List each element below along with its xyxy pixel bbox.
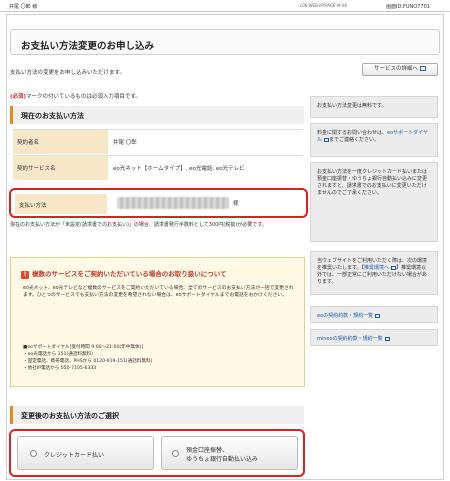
support-line: ・eo光電話から 151(通話料無料) (23, 352, 93, 357)
current-payment-heading-text: 現在のお支払い方法 (21, 112, 84, 120)
payment-note: 現在のお支払い方法が「未設定(請求書でのお支払い)」の場合、請求書発行手数料とし… (10, 222, 267, 228)
required-note: (必須)マークの付いているものは必須入力項目です。 (10, 92, 141, 100)
notice-heading-text: 複数のサービスをご契約いただいている場合のお取り扱いについて (32, 270, 227, 278)
support-line: ・固定電話、携帯電話、PHSから 0120-919-151(通話料無料) (23, 359, 153, 364)
contract-name-value: 井尾 〇郎 (113, 140, 137, 146)
external-link-icon (375, 313, 381, 318)
masked-payment-value (117, 197, 229, 209)
warning-icon: ! (21, 271, 29, 279)
credit-card-radio[interactable] (30, 450, 37, 457)
mineo-terms-link[interactable]: mineoの契約約款・規約一覧 (310, 329, 438, 346)
contract-name-row: 契約者名 井尾 〇郎 (13, 129, 303, 154)
notice-heading: ! 複数のサービスをご契約いただいている場合のお取り扱いについて (21, 268, 227, 279)
bank-transfer-label-line1: 預金口座振替、 (186, 447, 229, 454)
external-link-icon (391, 265, 397, 270)
external-link-icon (384, 336, 390, 341)
required-badge: (必須) (10, 94, 27, 100)
contract-name-label: 契約者名 (13, 130, 108, 154)
bank-transfer-label-line2: ゆうちょ銀行自動払い込み (186, 456, 259, 463)
screen-id: 画面ID:FUNO7701 (386, 4, 430, 10)
eo-terms-label: eoの契約約款・規約一覧 (317, 313, 374, 319)
external-link-icon (420, 66, 426, 71)
payment-options: クレジットカード払い 預金口座振替、 ゆうちょ銀行自動払い込み (9, 429, 305, 477)
eo-terms-link[interactable]: eoの契約約款・規約一覧 (310, 306, 438, 323)
sidebar-payment-warning-text: お支払い方法を一度クレジットカード払いまたは預金口座振替・ゆうちょ銀行自動払い込… (317, 169, 428, 196)
required-note-text: マークの付いているものは必須入力項目です。 (26, 94, 141, 100)
payment-method-label: 支払い方法 (15, 194, 107, 214)
service-details-button[interactable]: サービスの詳細へ (362, 63, 438, 76)
change-payment-heading: 変更後のお支払い方法のご選択 (10, 406, 304, 424)
notice-body: eo光ネット、eo光テレビなど複数のサービスをご契約いただいている場合、全てのサ… (23, 286, 294, 298)
sidebar-support-box: 料金に関するお問い合わせは、eoサポートダイヤル までご連絡ください。 (310, 123, 438, 157)
page-title: お支払い方法変更のお申し込み (21, 41, 155, 52)
user-name: 井尾 〇郎 様 (9, 4, 38, 10)
support-line: ■eoサポートダイヤル[受付時間 9:00～21:00(年中無休)] (23, 345, 144, 350)
page-title-box: お支払い方法変更のお申し込み (10, 29, 440, 55)
support-contact: ■eoサポートダイヤル[受付時間 9:00～21:00(年中無休)] ・eo光電… (23, 344, 298, 372)
contract-service-value: eo光ネット【ホームタイプ】, eo光電話, eo光テレビ (113, 166, 245, 172)
sidebar-support-pre: 料金に関するお問い合わせは、 (317, 130, 388, 136)
current-payment-heading: 現在のお支払い方法 (10, 106, 304, 124)
multi-service-notice: ! 複数のサービスをご契約いただいている場合のお取り扱いについて eo光ネット、e… (10, 257, 305, 387)
sidebar-free-text: お支払い方法変更は無料です。 (317, 103, 387, 109)
service-details-label: サービスの詳細へ (373, 66, 418, 72)
mineo-terms-label: mineoの契約約款・規約一覧 (317, 336, 383, 342)
intro-text: 支払い方法の変更をお申し込みいただけます。 (10, 70, 125, 76)
sidebar-support-post: までご連絡ください。 (329, 137, 380, 143)
bank-transfer-label: 預金口座振替、 ゆうちょ銀行自動払い込み (186, 446, 258, 464)
credit-card-option[interactable]: クレジットカード払い (17, 436, 154, 470)
change-payment-heading-text: 変更後のお支払い方法のご選択 (21, 412, 119, 420)
payment-method-row: 支払い方法 様 (9, 188, 308, 218)
bank-transfer-radio[interactable] (172, 450, 179, 457)
payment-suffix: 様 (233, 201, 239, 207)
bank-transfer-option[interactable]: 預金口座振替、 ゆうちょ銀行自動払い込み (161, 436, 298, 470)
contract-service-label: 契約サービス名 (13, 156, 108, 180)
recommended-env-link[interactable]: 推奨環境へ (364, 265, 389, 271)
contract-service-row: 契約サービス名 eo光ネット【ホームタイプ】, eo光電話, eo光テレビ (13, 155, 303, 180)
sidebar-env-box: 当ウェブサイトをご利用いただく際は、次の環境を推奨いたします。【推奨環境へ 】推奨… (310, 251, 438, 295)
credit-card-label: クレジットカード払い (44, 452, 105, 459)
top-bar: 井尾 〇郎 様 c06-WEB-MYPAGE-M-06 画面ID:FUNO770… (0, 0, 450, 12)
sidebar-free-notice: お支払い方法変更は無料です。 (310, 96, 438, 118)
page-code: c06-WEB-MYPAGE-M-06 (300, 3, 348, 8)
sidebar-payment-warning: お支払い方法を一度クレジットカード払いまたは預金口座振替・ゆうちょ銀行自動払い込… (310, 162, 438, 242)
support-line: ・他社IP電話から 050-7105-6333 (23, 366, 97, 371)
